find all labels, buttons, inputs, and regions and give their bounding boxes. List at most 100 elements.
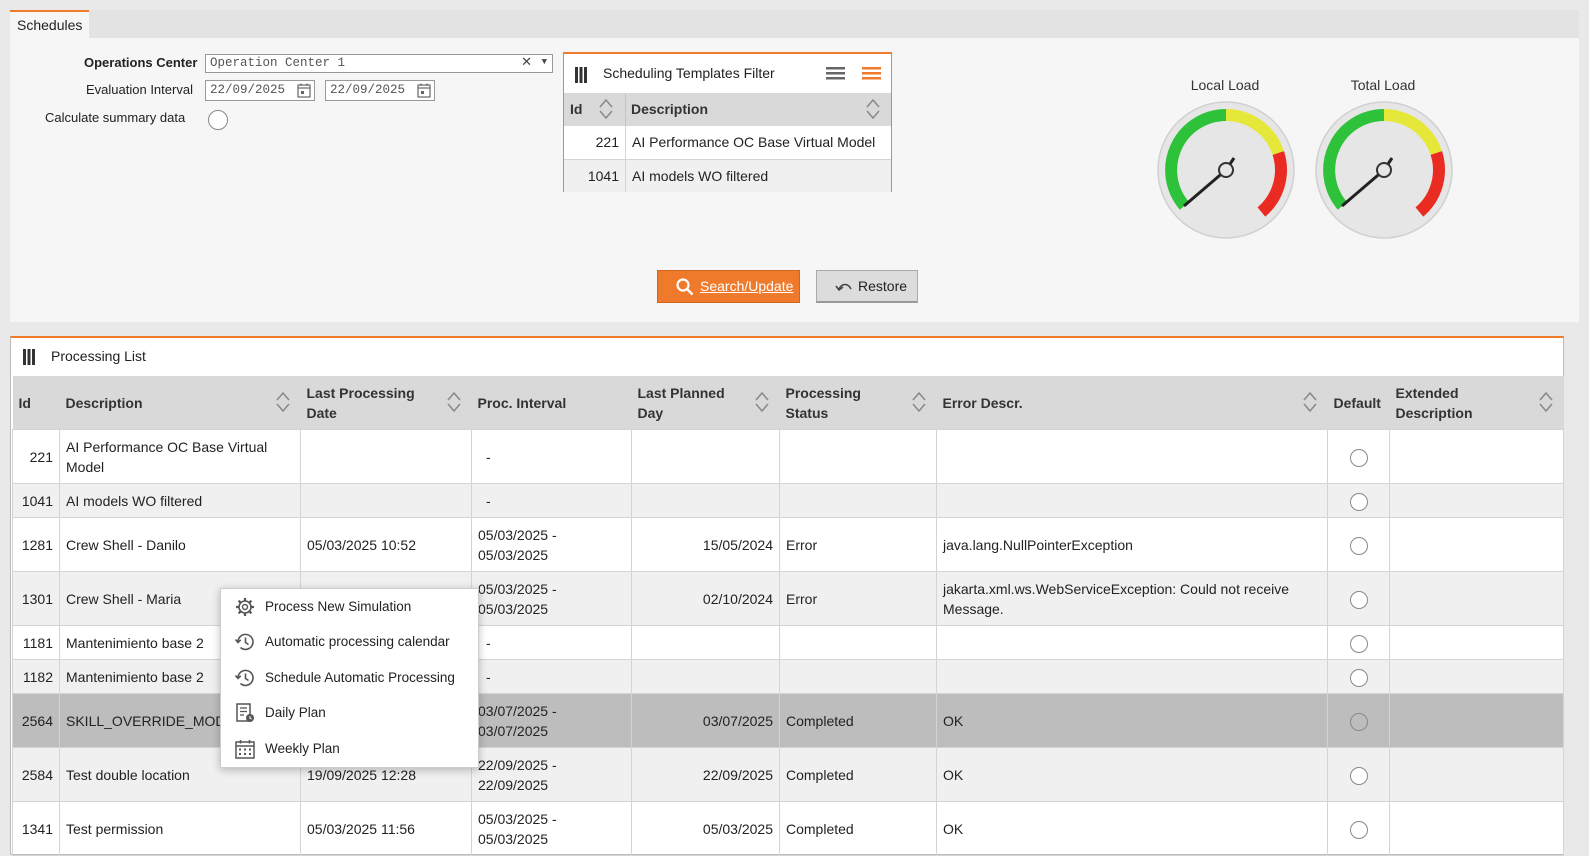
search-update-button[interactable]: Search/Update (657, 270, 800, 303)
cell-proc-interval: - (471, 625, 632, 660)
filter-col-id[interactable]: Id (570, 101, 582, 117)
sort-icon[interactable] (275, 391, 291, 413)
cell-id: 1181 (12, 625, 60, 660)
cell-extended-description (1389, 517, 1564, 572)
menu-item-automatic-processing-calendar[interactable]: Automatic processing calendar (221, 624, 478, 659)
default-radio[interactable] (1349, 766, 1368, 785)
menu-item-daily-plan[interactable]: Daily Plan (221, 695, 478, 730)
sort-icon[interactable] (1302, 391, 1318, 413)
cell-id: 2584 (12, 747, 60, 802)
default-radio[interactable] (1349, 448, 1368, 467)
date-to-field[interactable]: 22/09/2025 (325, 80, 435, 101)
default-radio[interactable] (1349, 634, 1368, 653)
cell-extended-description (1389, 571, 1564, 626)
expanded-view-icon[interactable] (862, 67, 881, 80)
default-radio[interactable] (1349, 536, 1368, 555)
cell-error-descr: jakarta.xml.ws.WebServiceException: Coul… (936, 571, 1328, 626)
cell-proc-interval: - (471, 429, 632, 484)
cell-error-descr: java.lang.NullPointerException (936, 517, 1328, 572)
default-radio[interactable] (1349, 712, 1368, 731)
calendar-icon[interactable] (417, 83, 431, 98)
sort-icon[interactable] (865, 98, 881, 120)
search-update-label: Search/Update (700, 278, 794, 294)
history-icon (234, 669, 254, 687)
filter-row-description: AI Performance OC Base Virtual Model (632, 134, 876, 150)
cell-error-descr (936, 483, 1328, 518)
tab-schedules[interactable]: Schedules (10, 10, 90, 38)
col-header-default[interactable]: Default (1327, 376, 1390, 430)
cell-last-planned-day: 15/05/2024 (631, 517, 780, 572)
col-header-description[interactable]: Description (59, 376, 301, 430)
local-load-title: Local Load (1190, 77, 1260, 93)
total-load-gauge (1315, 101, 1453, 239)
filter-row-id: 221 (595, 134, 619, 150)
menu-item-label: Daily Plan (265, 705, 326, 720)
sort-icon[interactable] (754, 391, 770, 413)
calendar-icon[interactable] (297, 83, 311, 98)
local-load-gauge (1157, 101, 1295, 239)
cell-last-planned-day: 03/07/2025 (631, 693, 780, 748)
default-radio[interactable] (1349, 668, 1368, 687)
col-header-last-processing-date[interactable]: Last Processing Date (300, 376, 472, 430)
cell-default (1327, 801, 1390, 856)
cell-processing-status (779, 483, 937, 518)
cell-last-processing-date (300, 429, 472, 484)
col-header-proc-interval[interactable]: Proc. Interval (471, 376, 632, 430)
cell-last-processing-date: 05/03/2025 10:52 (300, 517, 472, 572)
cell-processing-status (779, 659, 937, 694)
cell-description: Crew Shell - Danilo (59, 517, 301, 572)
calc-summary-radio[interactable] (208, 110, 228, 130)
columns-icon[interactable] (575, 67, 587, 83)
sort-icon[interactable] (911, 391, 927, 413)
cell-error-descr: OK (936, 747, 1328, 802)
col-header-error-descr[interactable]: Error Descr. (936, 376, 1328, 430)
cell-last-processing-date: 05/03/2025 11:56 (300, 801, 472, 856)
evaluation-interval-label: Evaluation Interval (86, 82, 193, 97)
menu-item-schedule-automatic-processing[interactable]: Schedule Automatic Processing (221, 660, 478, 695)
col-header-id[interactable]: Id (12, 376, 60, 430)
chevron-down-icon[interactable]: ▼ (542, 54, 547, 70)
menu-item-process-new-simulation[interactable]: Process New Simulation (221, 589, 478, 624)
restore-button[interactable]: Restore (816, 270, 918, 303)
table-row[interactable]: 1281 Crew Shell - Danilo 05/03/2025 10:5… (12, 517, 1564, 572)
operations-center-select[interactable]: Operation Center 1 ✕ ▼ (205, 54, 553, 73)
sort-icon[interactable] (598, 98, 614, 120)
default-radio[interactable] (1349, 590, 1368, 609)
table-row[interactable]: 1041 AI models WO filtered - (12, 483, 1564, 518)
undo-icon (835, 283, 852, 292)
date-from-value: 22/09/2025 (210, 83, 286, 97)
menu-item-weekly-plan[interactable]: Weekly Plan (221, 731, 478, 766)
table-row[interactable]: 221 AI Performance OC Base Virtual Model… (12, 429, 1564, 484)
sort-icon[interactable] (1538, 391, 1554, 413)
cell-default (1327, 483, 1390, 518)
col-header-extended-description[interactable]: Extended Description (1389, 376, 1564, 430)
cell-proc-interval: 03/07/2025 - 03/07/2025 (471, 693, 632, 748)
filter-row[interactable]: 221 AI Performance OC Base Virtual Model (564, 126, 891, 160)
columns-icon[interactable] (23, 349, 35, 365)
compact-view-icon[interactable] (826, 67, 845, 80)
table-row[interactable]: 1341 Test permission 05/03/2025 11:56 05… (12, 801, 1564, 856)
tab-bar (10, 10, 1579, 38)
cell-default (1327, 659, 1390, 694)
cell-processing-status: Error (779, 571, 937, 626)
scheduling-templates-filter: Scheduling Templates Filter Id Descripti… (563, 52, 892, 192)
default-radio[interactable] (1349, 820, 1368, 839)
menu-item-label: Weekly Plan (265, 741, 340, 756)
cell-id: 1041 (12, 483, 60, 518)
cell-default (1327, 571, 1390, 626)
filter-col-description[interactable]: Description (631, 101, 708, 117)
cell-default (1327, 693, 1390, 748)
default-radio[interactable] (1349, 492, 1368, 511)
date-from-field[interactable]: 22/09/2025 (205, 80, 315, 101)
cell-error-descr: OK (936, 693, 1328, 748)
cell-last-planned-day: 05/03/2025 (631, 801, 780, 856)
col-header-processing-status[interactable]: Processing Status (779, 376, 937, 430)
clear-icon[interactable]: ✕ (521, 55, 532, 71)
filter-row[interactable]: 1041 AI models WO filtered (564, 160, 891, 192)
calc-summary-label: Calculate summary data (45, 110, 186, 125)
cell-processing-status: Completed (779, 747, 937, 802)
processing-list-title: Processing List (51, 348, 146, 364)
cell-processing-status (779, 429, 937, 484)
col-header-last-planned-day[interactable]: Last Planned Day (631, 376, 780, 430)
sort-icon[interactable] (446, 391, 462, 413)
